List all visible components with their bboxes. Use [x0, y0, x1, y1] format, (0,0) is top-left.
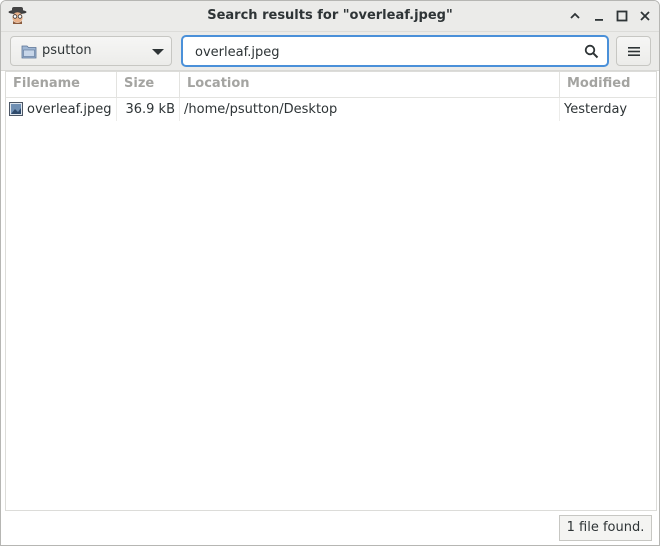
- cell-location: /home/psutton/Desktop: [180, 98, 560, 121]
- search-box[interactable]: [181, 35, 609, 67]
- hamburger-menu-button[interactable]: [616, 36, 651, 66]
- window-title: Search results for "overleaf.jpeg": [207, 8, 453, 23]
- table-header: Filename Size Location Modified: [6, 72, 656, 98]
- column-header-filename[interactable]: Filename: [6, 72, 117, 97]
- image-file-icon: [9, 102, 23, 116]
- folder-label: psutton: [42, 43, 92, 58]
- column-header-modified[interactable]: Modified: [560, 72, 656, 97]
- cell-size: 36.9 kB: [117, 98, 180, 121]
- close-icon[interactable]: [637, 8, 653, 24]
- folder-icon: [21, 45, 37, 59]
- search-window: Search results for "overleaf.jpeg" psutt…: [0, 0, 660, 546]
- cell-modified: Yesterday: [564, 102, 628, 117]
- cell-filename: overleaf.jpeg: [6, 98, 117, 121]
- search-input[interactable]: [195, 43, 575, 61]
- chevron-down-icon: [152, 49, 164, 55]
- hamburger-menu-icon: [627, 46, 640, 56]
- table-row[interactable]: overleaf.jpeg 36.9 kB /home/psutton/Desk…: [6, 98, 656, 121]
- column-header-location[interactable]: Location: [180, 72, 560, 97]
- folder-select-button[interactable]: psutton: [10, 36, 172, 66]
- maximize-restore-up-icon[interactable]: [567, 8, 583, 24]
- results-table: Filename Size Location Modified overleaf…: [5, 71, 657, 511]
- search-icon[interactable]: [584, 44, 599, 59]
- toolbar: psutton: [1, 32, 659, 71]
- column-header-size[interactable]: Size: [117, 72, 180, 97]
- status-label: 1 file found.: [559, 515, 652, 541]
- maximize-icon[interactable]: [614, 8, 630, 24]
- filename-text: overleaf.jpeg: [27, 102, 112, 117]
- minimize-icon[interactable]: [591, 8, 607, 24]
- title-bar[interactable]: Search results for "overleaf.jpeg": [1, 1, 659, 32]
